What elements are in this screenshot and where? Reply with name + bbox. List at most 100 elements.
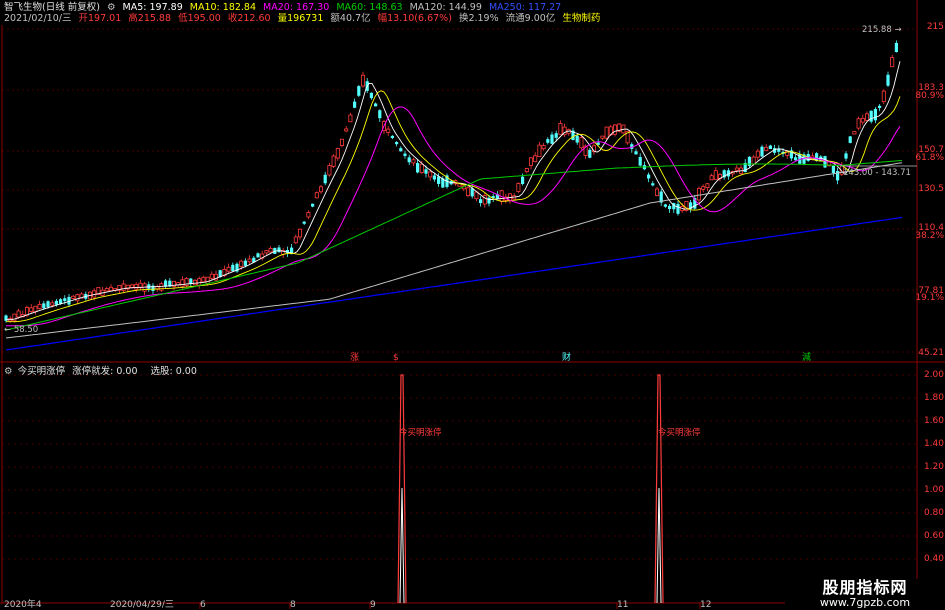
chart-canvas[interactable] (0, 0, 945, 609)
candle-body (516, 183, 521, 192)
indicator-tick: 0.40 (923, 554, 944, 564)
ma10-label: MA10: 182.84 (189, 2, 257, 13)
industry-label[interactable]: 生物制药 (562, 13, 600, 24)
event-flag-limitup[interactable]: 涨 (350, 353, 359, 363)
candle-body (831, 165, 835, 174)
candle-body (878, 105, 882, 108)
candle-body (129, 284, 134, 288)
candle-body (331, 155, 336, 167)
settings-icon[interactable]: ⚙ (107, 2, 116, 13)
candle-body (713, 170, 718, 180)
candle-body (33, 305, 38, 312)
candle-body (852, 131, 857, 135)
candle-body (651, 183, 655, 186)
candle-body (314, 192, 319, 199)
candle-body (794, 157, 798, 161)
candle-body (579, 137, 584, 149)
candle-body (205, 276, 210, 284)
close-label: 收212.60 (227, 13, 271, 24)
candle-body (104, 288, 109, 292)
price-tick: 45.21 (918, 348, 944, 358)
high-annotation-text: 215.88 (862, 25, 892, 35)
candle-body (226, 266, 231, 272)
indicator-tick: 0.80 (923, 508, 944, 518)
candle-body (369, 92, 373, 99)
candle-body (655, 188, 660, 196)
ma250-label: MA250: 117.27 (488, 2, 562, 13)
candle-body (479, 199, 483, 204)
indicator-settings-icon[interactable]: ⚙ (4, 366, 13, 377)
ma60-label: MA60: 148.63 (336, 2, 403, 13)
watermark: 股朋指标网 www.7gpzb.com (785, 579, 945, 609)
price-tick: 130.5 (918, 184, 944, 194)
candle-body (109, 286, 114, 292)
candle-body (823, 156, 827, 168)
candle-body (75, 294, 80, 302)
candle-body (613, 124, 618, 135)
candle-body (159, 283, 164, 291)
stock-title[interactable]: 智飞生物(日线 前复权) (4, 2, 100, 13)
candle-body (760, 146, 764, 157)
candle-body (860, 117, 865, 123)
price-tick: 19.1% (915, 293, 944, 303)
candle-body (323, 174, 327, 184)
date-label: 2021/02/10/三 (4, 13, 72, 24)
candle-body (558, 123, 563, 135)
candle-body (63, 298, 67, 302)
select-value: 选股: 0.00 (150, 366, 197, 377)
ma20-label: MA20: 167.30 (263, 2, 330, 13)
candle-body (256, 253, 260, 258)
ma-header: 智飞生物(日线 前复权) ⚙ MA5: 197.89 MA10: 182.84 … (4, 2, 565, 13)
watermark-title: 股朋指标网 (822, 578, 908, 597)
price-tick: 80.9% (915, 91, 944, 101)
candle-body (755, 150, 760, 158)
event-flag-dividend[interactable]: $ (393, 353, 399, 363)
candle-body (311, 203, 315, 207)
candle-body (16, 310, 21, 318)
candle-body (533, 155, 538, 163)
candle-body (894, 42, 898, 52)
low-label: 低195.00 (178, 13, 221, 24)
candle-body (541, 145, 546, 150)
amount-label: 额40.7亿 (330, 13, 371, 24)
candle-body (734, 167, 739, 171)
candle-body (575, 135, 579, 143)
candle-body (676, 203, 680, 214)
candle-body (588, 149, 592, 158)
indicator-tick: 2.00 (923, 370, 944, 380)
candle-body (705, 183, 710, 188)
candle-body (318, 186, 323, 193)
candle-body (428, 171, 433, 178)
event-flag-finance[interactable]: 财 (562, 353, 571, 363)
indicator-tick: 1.40 (923, 439, 944, 449)
candle-body (865, 113, 870, 121)
candle-body (42, 303, 46, 309)
candle-body (638, 157, 642, 166)
candle-body (302, 221, 306, 224)
candle-body (890, 57, 895, 68)
candle-body (24, 306, 29, 316)
candle-body (348, 114, 353, 123)
candle-body (668, 205, 672, 210)
candle-body (419, 163, 424, 174)
ma5-label: MA5: 197.89 (122, 2, 183, 13)
candle-body (247, 258, 252, 263)
indicator-tick: 0.60 (923, 531, 944, 541)
candle-body (697, 188, 702, 201)
candle-body (339, 138, 344, 146)
turnover-label: 换2.19% (458, 13, 499, 24)
ma60-line (5, 160, 903, 331)
candle-body (524, 168, 529, 173)
candle-body (546, 139, 550, 143)
event-flag-reduce[interactable]: 減 (802, 353, 811, 363)
range-annotation-text: 143.00 - 143.71 (843, 168, 911, 178)
open-label: 开197.01 (78, 13, 122, 24)
candle-body (201, 276, 206, 283)
candle-body (487, 197, 491, 204)
candle-body (46, 301, 50, 308)
candle-body (869, 110, 873, 122)
candle-body (71, 295, 76, 299)
candle-body (554, 133, 558, 138)
candle-body (264, 250, 269, 254)
indicator-name[interactable]: 今买明涨停 (18, 366, 66, 377)
